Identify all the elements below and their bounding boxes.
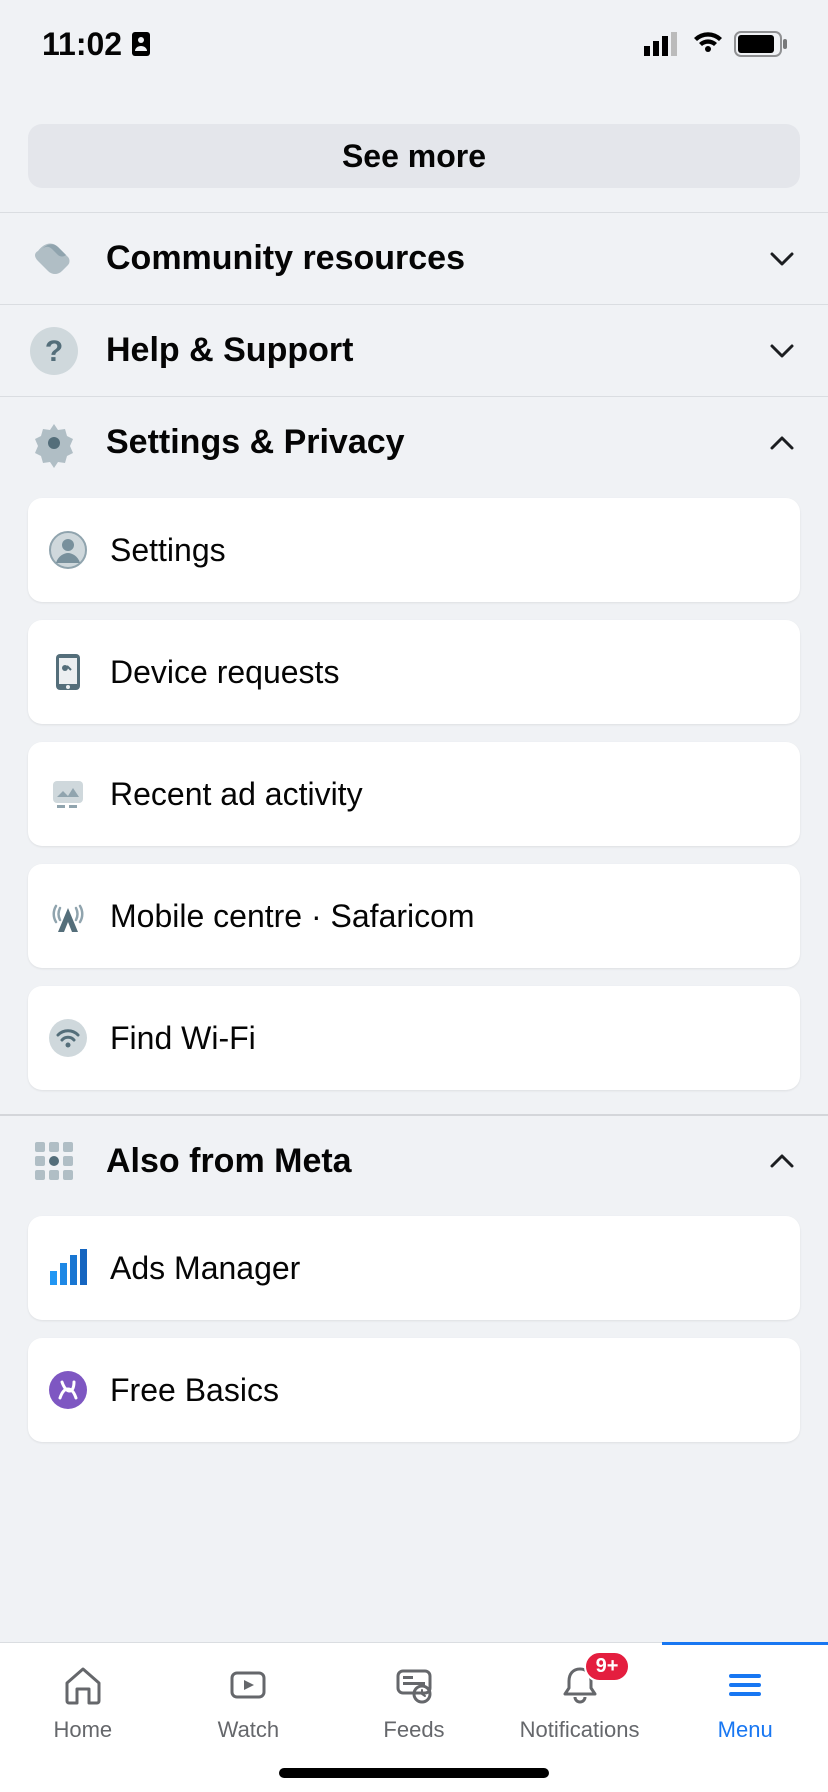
- device-requests-label: Device requests: [110, 654, 339, 691]
- mobile-centre-label: Mobile centre · Safaricom: [110, 898, 475, 935]
- tab-notifications-label: Notifications: [520, 1717, 640, 1743]
- chevron-down-icon: [764, 241, 800, 277]
- tab-menu[interactable]: Menu: [662, 1642, 828, 1792]
- status-time-text: 11:02: [42, 26, 122, 63]
- id-card-icon: [130, 31, 152, 57]
- wifi-icon: [692, 32, 724, 56]
- status-bar: 11:02: [0, 0, 828, 88]
- notifications-badge: 9+: [584, 1651, 631, 1682]
- tower-icon: [48, 896, 88, 936]
- ads-manager-label: Ads Manager: [110, 1250, 300, 1287]
- tab-home[interactable]: Home: [0, 1643, 166, 1792]
- wifi-circle-icon: [48, 1018, 88, 1058]
- phone-icon: [48, 652, 88, 692]
- cellular-icon: [644, 32, 682, 56]
- settings-label: Settings: [110, 532, 226, 569]
- mobile-centre-item[interactable]: Mobile centre · Safaricom: [28, 864, 800, 968]
- also-from-meta-list: Ads Manager Free Basics: [0, 1206, 828, 1466]
- home-icon: [59, 1661, 107, 1709]
- ads-manager-item[interactable]: Ads Manager: [28, 1216, 800, 1320]
- settings-privacy-title: Settings & Privacy: [106, 423, 738, 462]
- community-resources-title: Community resources: [106, 239, 738, 278]
- tab-menu-label: Menu: [718, 1717, 773, 1743]
- picture-icon: [48, 774, 88, 814]
- feeds-icon: [390, 1661, 438, 1709]
- apps-grid-icon: [28, 1135, 80, 1187]
- settings-item[interactable]: Settings: [28, 498, 800, 602]
- help-support-row[interactable]: ? Help & Support: [0, 304, 828, 396]
- person-circle-icon: [48, 530, 88, 570]
- tab-home-label: Home: [53, 1717, 112, 1743]
- settings-privacy-row[interactable]: Settings & Privacy: [0, 396, 828, 488]
- find-wifi-label: Find Wi-Fi: [110, 1020, 256, 1057]
- chevron-up-icon: [764, 1143, 800, 1179]
- chevron-up-icon: [764, 425, 800, 461]
- find-wifi-item[interactable]: Find Wi-Fi: [28, 986, 800, 1090]
- menu-icon: [721, 1661, 769, 1709]
- tab-watch-label: Watch: [218, 1717, 280, 1743]
- handshake-icon: [28, 233, 80, 285]
- free-basics-label: Free Basics: [110, 1372, 279, 1409]
- settings-privacy-list: Settings Device requests Recent ad activ…: [0, 488, 828, 1114]
- free-basics-icon: [48, 1370, 88, 1410]
- main-content: See more Community resources ? Help & Su…: [0, 124, 828, 1636]
- home-indicator[interactable]: [279, 1768, 549, 1778]
- free-basics-item[interactable]: Free Basics: [28, 1338, 800, 1442]
- tab-feeds-label: Feeds: [383, 1717, 444, 1743]
- status-icons: [644, 31, 788, 57]
- help-support-title: Help & Support: [106, 331, 738, 370]
- see-more-label: See more: [342, 138, 486, 175]
- status-time: 11:02: [42, 26, 152, 63]
- also-from-meta-row[interactable]: Also from Meta: [0, 1114, 828, 1206]
- see-more-button[interactable]: See more: [28, 124, 800, 188]
- chevron-down-icon: [764, 333, 800, 369]
- recent-ad-activity-item[interactable]: Recent ad activity: [28, 742, 800, 846]
- svg-text:?: ?: [45, 335, 63, 368]
- recent-ad-activity-label: Recent ad activity: [110, 776, 363, 813]
- device-requests-item[interactable]: Device requests: [28, 620, 800, 724]
- gear-icon: [28, 417, 80, 469]
- help-icon: ?: [28, 325, 80, 377]
- community-resources-row[interactable]: Community resources: [0, 212, 828, 304]
- bar-chart-icon: [48, 1248, 88, 1288]
- battery-icon: [734, 31, 788, 57]
- watch-icon: [224, 1661, 272, 1709]
- also-from-meta-title: Also from Meta: [106, 1142, 738, 1181]
